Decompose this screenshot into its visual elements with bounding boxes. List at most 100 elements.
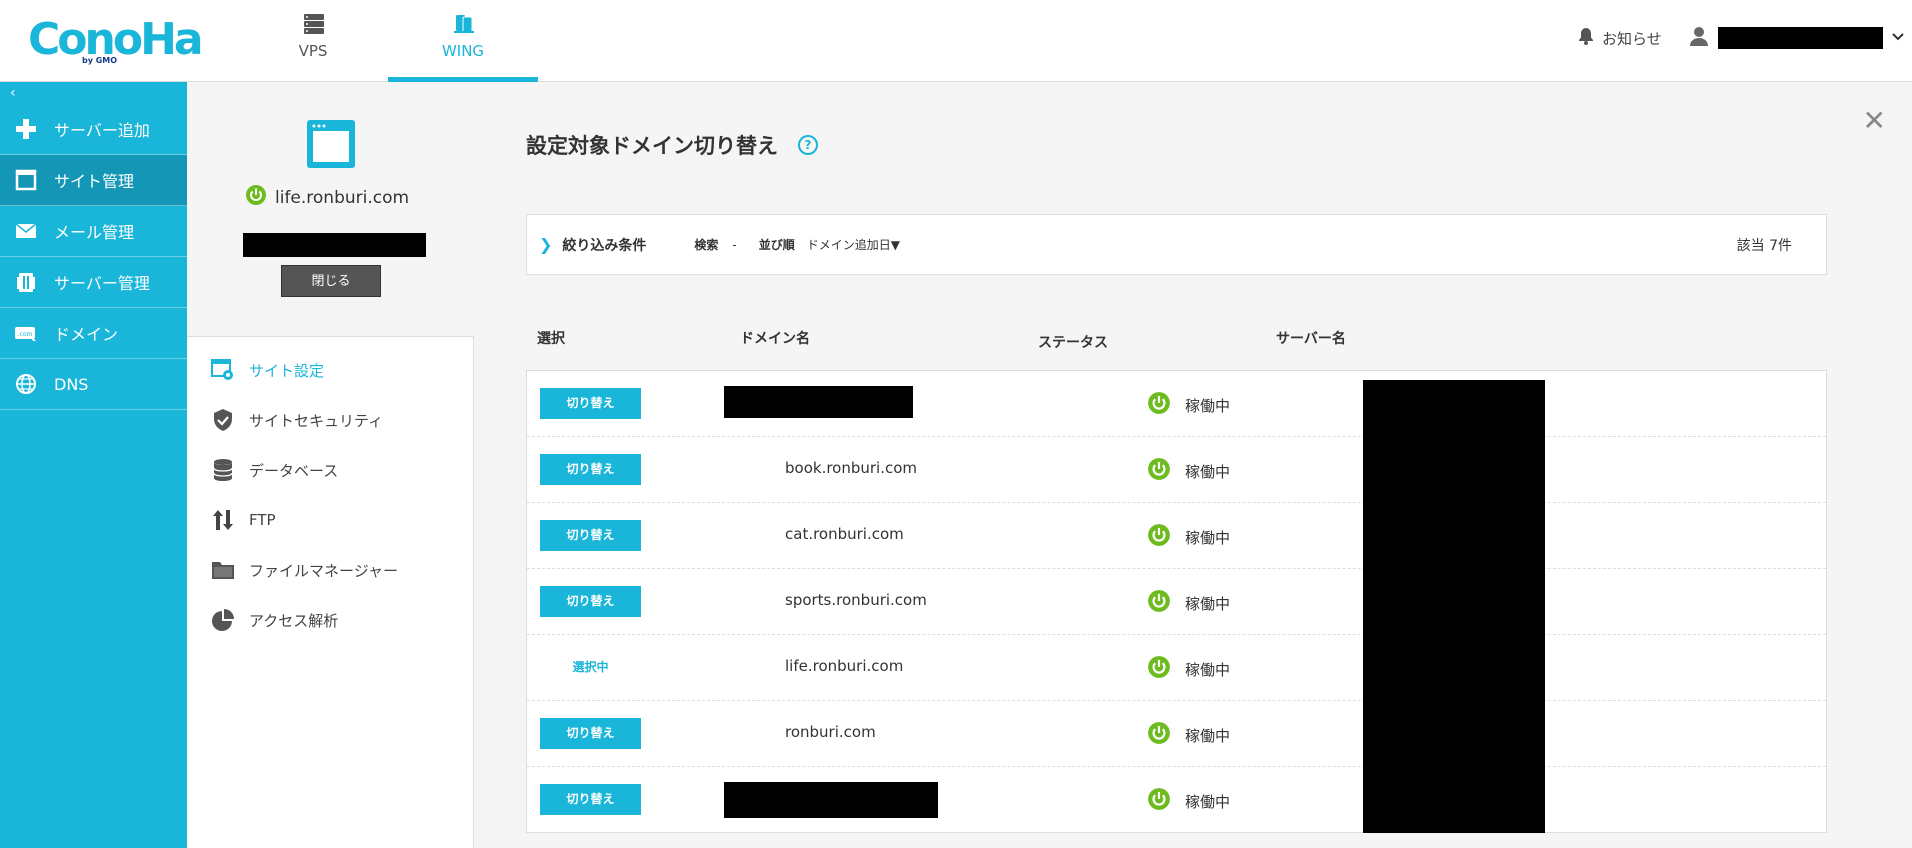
column-header-status: ステータス [1038, 335, 1108, 351]
domain-redacted [724, 782, 938, 818]
power-status-icon [1147, 523, 1171, 551]
sidebar-item-dns[interactable]: DNS [0, 359, 187, 410]
column-header-domain: ドメイン名 [740, 331, 810, 347]
chevron-down-icon [1891, 29, 1905, 48]
tab-vps-label: VPS [298, 42, 328, 60]
site-menu: サイト設定 サイトセキュリティ データベース FTP ファイルマネージャー アク… [187, 336, 474, 848]
current-site-domain: life.ronburi.com [245, 184, 409, 211]
menu-item-label: FTP [249, 511, 276, 529]
filter-sort-label: 並び順 [758, 238, 795, 252]
table-row: 切り替え 稼働中 [527, 371, 1826, 437]
switch-button[interactable]: 切り替え [540, 784, 641, 815]
sidebar-item-label: サイト管理 [54, 172, 135, 191]
sidebar-item-server-management[interactable]: サーバー管理 [0, 257, 187, 308]
database-icon [211, 458, 235, 482]
page-title-text: 設定対象ドメイン切り替え [526, 134, 778, 158]
transfer-arrows-icon [211, 508, 235, 532]
menu-item-database[interactable]: データベース [187, 445, 473, 495]
notice-link[interactable]: お知らせ [1576, 24, 1662, 52]
pie-chart-icon [211, 608, 235, 632]
column-header-select: 選択 [537, 331, 565, 347]
user-icon [1688, 25, 1710, 51]
selected-indicator: 選択中 [572, 660, 609, 674]
switch-button[interactable]: 切り替え [540, 718, 641, 749]
table-row: 切り替え 稼働中 [527, 767, 1826, 833]
conoha-logo[interactable]: ConoHa by GMO [28, 14, 204, 66]
chevron-right-icon[interactable]: ❯ [539, 235, 552, 254]
window-icon [14, 168, 38, 192]
help-icon[interactable]: ? [798, 135, 818, 155]
table-row: 切り替え sports.ronburi.com 稼働中 [527, 569, 1826, 635]
menu-item-site-settings[interactable]: サイト設定 [187, 345, 473, 395]
switch-button[interactable]: 切り替え [540, 520, 641, 551]
sidebar-item-label: DNS [54, 374, 89, 394]
column-header-server: サーバー名 [1276, 331, 1346, 347]
tab-wing[interactable]: WING [388, 0, 538, 82]
menu-item-label: アクセス解析 [249, 611, 339, 630]
menu-item-access-analysis[interactable]: アクセス解析 [187, 595, 473, 645]
table-row: 切り替え book.ronburi.com 稼働中 [527, 437, 1826, 503]
table-header: 選択 ドメイン名 ステータス サーバー名 [526, 328, 1827, 352]
sidebar-item-label: サーバー追加 [54, 121, 150, 140]
window-icon [305, 118, 357, 170]
domain-name: sports.ronburi.com [785, 591, 927, 609]
menu-item-site-security[interactable]: サイトセキュリティ [187, 395, 473, 445]
menu-item-label: サイトセキュリティ [249, 411, 384, 430]
menu-item-label: ファイルマネージャー [249, 561, 398, 580]
table-row: 切り替え cat.ronburi.com 稼働中 [527, 503, 1826, 569]
menu-item-label: データベース [249, 461, 339, 480]
status-cell: 稼働中 [1147, 391, 1230, 419]
domain-icon: .com [14, 321, 38, 345]
status-label: 稼働中 [1185, 462, 1231, 481]
sidebar-item-mail-management[interactable]: メール管理 [0, 206, 187, 257]
site-info-redacted [243, 233, 426, 257]
status-cell: 稼働中 [1147, 721, 1230, 749]
table-row: 切り替え ronburi.com 稼働中 [527, 701, 1826, 767]
status-cell: 稼働中 [1147, 457, 1230, 485]
status-label: 稼働中 [1185, 792, 1231, 811]
status-label: 稼働中 [1185, 660, 1231, 679]
sidebar-item-label: ドメイン [54, 325, 119, 344]
server-icon [14, 270, 38, 294]
sidebar-item-site-management[interactable]: サイト管理 [0, 155, 187, 206]
tab-vps[interactable]: VPS [238, 0, 388, 82]
close-icon[interactable]: ✕ [1863, 104, 1886, 137]
bell-icon [1576, 26, 1596, 50]
status-label: 稼働中 [1185, 396, 1231, 415]
filter-bar[interactable]: ❯ 絞り込み条件 検索 - 並び順 ドメイン追加日▼ 該当 7件 [526, 214, 1827, 275]
status-cell: 稼働中 [1147, 787, 1230, 815]
sidebar-item-domain[interactable]: .com ドメイン [0, 308, 187, 359]
filter-title[interactable]: 絞り込み条件 [562, 235, 646, 255]
domain-name: life.ronburi.com [785, 657, 904, 675]
status-label: 稼働中 [1185, 726, 1231, 745]
close-button[interactable]: 閉じる [281, 265, 381, 297]
domain-table: 切り替え 稼働中 切り替え book.ronburi.com 稼働中 切り替え … [526, 370, 1827, 833]
logo-by-gmo: by GMO [82, 56, 118, 65]
switch-button[interactable]: 切り替え [540, 454, 641, 485]
menu-item-file-manager[interactable]: ファイルマネージャー [187, 545, 473, 595]
mobile-stack-icon [452, 12, 476, 36]
filter-sort-value[interactable]: ドメイン追加日▼ [807, 236, 900, 253]
power-status-icon [1147, 721, 1171, 749]
user-name-redacted [1718, 27, 1883, 49]
tab-wing-label: WING [441, 42, 485, 60]
sidebar-collapse-button[interactable]: ‹ [0, 82, 187, 104]
domain-name: cat.ronburi.com [785, 525, 904, 543]
shield-icon [211, 408, 235, 432]
menu-item-ftp[interactable]: FTP [187, 495, 473, 545]
switch-button[interactable]: 切り替え [540, 388, 641, 419]
power-status-icon [1147, 787, 1171, 815]
user-menu[interactable] [1688, 24, 1905, 52]
table-row: 選択中 life.ronburi.com 稼働中 [527, 635, 1826, 701]
result-count: 該当 7件 [1736, 237, 1792, 254]
status-label: 稼働中 [1185, 528, 1231, 547]
status-cell: 稼働中 [1147, 589, 1230, 617]
filter-search-label: 検索 [694, 238, 719, 252]
switch-button[interactable]: 切り替え [540, 586, 641, 617]
power-status-icon [1147, 655, 1171, 683]
plus-icon [14, 117, 38, 141]
main-content: ✕ 設定対象ドメイン切り替え ? ❯ 絞り込み条件 検索 - 並び順 ドメイン追… [474, 82, 1912, 848]
menu-item-label: サイト設定 [249, 361, 325, 380]
sidebar-item-add-server[interactable]: サーバー追加 [0, 104, 187, 155]
mail-icon [14, 219, 38, 243]
